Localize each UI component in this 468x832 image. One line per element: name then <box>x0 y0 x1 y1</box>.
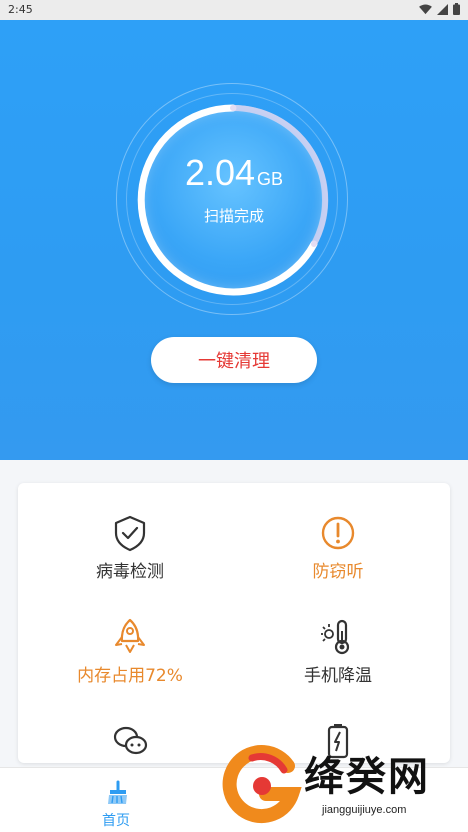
site-watermark: 绛癸网 jiangguijiuye.com <box>222 742 468 832</box>
feature-anti-eavesdrop[interactable]: 防窃听 <box>238 513 438 603</box>
scan-progress-ring <box>137 104 329 296</box>
status-time: 2:45 <box>8 3 33 16</box>
nav-home-label: 首页 <box>102 813 130 829</box>
thermometer-icon <box>321 619 350 655</box>
feature-label: 内存占用72% <box>77 666 183 686</box>
watermark-url: jiangguijiuye.com <box>322 804 407 816</box>
wechat-icon <box>113 726 148 755</box>
shield-check-icon <box>114 515 146 552</box>
junk-size-unit: GB <box>257 169 284 189</box>
feature-virus-scan[interactable]: 病毒检测 <box>30 513 230 603</box>
watermark-brand: 绛癸网 <box>304 754 430 800</box>
feature-label: 手机降温 <box>304 666 372 686</box>
feature-label: 病毒检测 <box>96 562 164 582</box>
nav-home[interactable]: 首页 <box>88 776 144 829</box>
junk-size-value: 2.04 <box>184 152 256 193</box>
junk-size: 2.04 GB <box>0 152 468 194</box>
feature-label: 防窃听 <box>312 562 364 582</box>
feature-wechat-clean[interactable] <box>30 721 230 763</box>
status-bar: 2:45 <box>0 0 468 20</box>
feature-card: 病毒检测 防窃听 内存占用72% 手机降温 <box>18 483 450 763</box>
signal-icon <box>437 3 448 15</box>
feature-memory[interactable]: 内存占用72% <box>30 617 230 707</box>
alert-circle-icon <box>321 516 355 550</box>
scan-status: 扫描完成 <box>203 207 264 225</box>
watermark-logo-icon <box>222 745 302 824</box>
feature-phone-cooling[interactable]: 手机降温 <box>238 617 438 707</box>
wifi-icon <box>419 3 432 14</box>
battery-status-icon <box>453 3 460 15</box>
rocket-icon <box>115 618 145 653</box>
one-click-clean-button[interactable]: 一键清理 <box>151 337 317 383</box>
status-icons <box>419 3 460 15</box>
broom-icon <box>108 780 127 804</box>
